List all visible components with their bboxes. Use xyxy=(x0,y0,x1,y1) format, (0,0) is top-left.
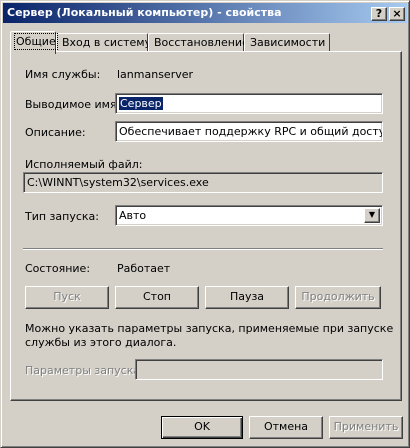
stop-button[interactable]: Стоп xyxy=(115,286,199,309)
start-params-label: Параметры запуска: xyxy=(25,364,144,377)
cancel-button[interactable]: Отмена xyxy=(249,416,323,439)
separator xyxy=(23,248,383,250)
startup-type-value: Авто xyxy=(119,209,147,222)
tab-general-label: Общие xyxy=(14,33,58,50)
dropdown-arrow-icon[interactable]: ▼ xyxy=(364,208,380,223)
startup-type-select[interactable]: Авто ▼ xyxy=(115,205,383,226)
hint-text-line1: Можно указать параметры запуска, применя… xyxy=(25,322,394,335)
status-label: Состояние: xyxy=(25,262,91,275)
title-bar[interactable]: Сервер (Локальный компьютер) - свойства … xyxy=(3,3,407,23)
window-title: Сервер (Локальный компьютер) - свойства xyxy=(7,6,282,19)
start-params-field[interactable] xyxy=(135,359,383,380)
properties-dialog: Сервер (Локальный компьютер) - свойства … xyxy=(0,0,410,448)
tab-dependencies-label: Зависимости xyxy=(250,36,326,49)
hint-text-line2: службы из этого диалога. xyxy=(25,336,177,349)
service-name-value: lanmanserver xyxy=(117,68,194,81)
general-tab-panel: Имя службы: lanmanserver Выводимое имя: … xyxy=(10,51,402,401)
service-name-label: Имя службы: xyxy=(25,68,101,81)
description-label: Описание: xyxy=(25,126,86,139)
status-value: Работает xyxy=(117,262,171,275)
apply-button[interactable]: Применить xyxy=(329,416,403,439)
tab-logon-label: Вход в систему xyxy=(62,36,152,49)
executable-label: Исполняемый файл: xyxy=(25,158,143,171)
tab-logon[interactable]: Вход в систему xyxy=(56,33,152,52)
tab-general[interactable]: Общие xyxy=(10,31,58,54)
display-name-field[interactable]: Сервер xyxy=(115,93,383,114)
resume-button[interactable]: Продолжить xyxy=(295,286,381,309)
close-button[interactable]: × xyxy=(389,7,405,21)
ok-button[interactable]: OK xyxy=(161,416,243,439)
display-name-label: Выводимое имя: xyxy=(25,98,121,111)
pause-button[interactable]: Пауза xyxy=(205,286,289,309)
tab-recovery-label: Восстановление xyxy=(154,36,249,49)
executable-path-field[interactable]: C:\WINNT\system32\services.exe xyxy=(23,172,383,193)
help-button[interactable]: ? xyxy=(371,7,387,21)
startup-type-label: Тип запуска: xyxy=(25,210,99,223)
start-button[interactable]: Пуск xyxy=(25,286,109,309)
tab-recovery[interactable]: Восстановление xyxy=(148,33,249,52)
tab-dependencies[interactable]: Зависимости xyxy=(244,33,330,52)
display-name-value: Сервер xyxy=(119,97,163,110)
description-field[interactable]: Обеспечивает поддержку RPC и общий досту… xyxy=(115,121,383,142)
